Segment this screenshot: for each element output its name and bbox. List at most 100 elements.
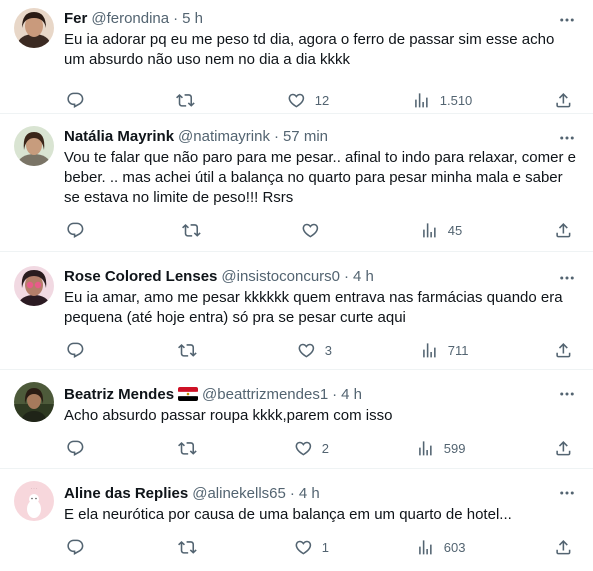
like-count: 2 [321,440,329,456]
heart-icon [288,93,305,108]
timestamp[interactable]: 5 h [182,10,203,27]
more-options-button[interactable] [557,10,577,30]
user-handle[interactable]: @alinekells65 [192,485,286,502]
user-handle[interactable]: @ferondina [91,10,169,27]
reply-button[interactable] [66,538,94,557]
tweet[interactable]: Beatriz Mendes @beattrizmendes1 · 4 h Ac… [0,370,593,469]
timestamp[interactable]: 57 min [283,128,328,145]
heart-icon [295,540,312,555]
view-count: 711 [447,342,469,358]
share-button[interactable] [554,91,573,110]
display-name[interactable]: Beatriz Mendes [64,386,174,403]
reply-feed: Fer @ferondina · 5 h Eu ia adorar pq eu … [0,0,593,571]
display-name[interactable]: Aline das Replies [64,485,188,502]
tweet-header: Rose Colored Lenses @insistoconcurs0 · 4… [64,266,577,286]
separator-dot: · [289,484,295,502]
views-button[interactable]: 599 [416,439,465,458]
more-options-button[interactable] [557,128,577,148]
tweet-header: Fer @ferondina · 5 h [64,8,577,28]
timestamp[interactable]: 4 h [353,268,374,285]
tweet[interactable]: · · · Aline das Replies @alinekells65 · … [0,469,593,571]
tweet-text: Acho absurdo passar roupa kkkk,parem com… [64,407,393,424]
view-count: 45 [447,222,463,238]
share-button[interactable] [554,439,573,458]
views-button[interactable]: 603 [416,538,465,557]
avatar[interactable] [14,382,54,422]
more-options-button[interactable] [557,483,577,503]
action-bar: 1 603 [64,525,577,569]
share-button[interactable] [554,341,573,360]
tweet-text: Vou te falar que não paro para me pesar.… [64,149,576,206]
tweet-header: Natália Mayrink @natimayrink · 57 min [64,126,577,146]
views-bar-chart-icon [423,222,436,238]
retweet-icon [178,441,197,455]
tweet[interactable]: Rose Colored Lenses @insistoconcurs0 · 4… [0,252,593,370]
like-button[interactable]: 3 [297,341,332,360]
user-handle[interactable]: @beattrizmendes1 [202,386,328,403]
egypt-flag-icon [178,387,199,401]
reply-button[interactable] [66,439,94,458]
share-icon [556,342,571,358]
action-bar: 2 599 [64,426,577,470]
share-button[interactable] [554,538,573,557]
svg-text:· · ·: · · · [31,486,37,491]
action-bar: 45 [64,208,577,252]
reply-button[interactable] [66,221,94,240]
more-options-button[interactable] [557,268,577,288]
more-horizontal-icon [560,136,574,140]
retweet-button[interactable] [178,341,206,360]
more-horizontal-icon [560,392,574,396]
more-options-button[interactable] [557,384,577,404]
timestamp[interactable]: 4 h [341,386,362,403]
heart-icon [295,441,312,456]
retweet-icon [178,540,197,554]
display-name[interactable]: Natália Mayrink [64,128,174,145]
user-handle[interactable]: @insistoconcurs0 [221,268,340,285]
tweet-header: Aline das Replies @alinekells65 · 4 h [64,483,577,503]
reply-button[interactable] [66,341,94,360]
share-icon [556,222,571,238]
display-name[interactable]: Fer [64,10,87,27]
share-button[interactable] [554,221,573,240]
views-bar-chart-icon [415,92,428,108]
like-count: 12 [314,92,330,108]
like-button[interactable] [301,221,329,240]
retweet-icon [176,93,195,107]
views-bar-chart-icon [419,440,432,456]
avatar[interactable] [14,266,54,306]
tweet[interactable]: Fer @ferondina · 5 h Eu ia adorar pq eu … [0,0,593,114]
avatar[interactable] [14,126,54,166]
views-button[interactable]: 711 [420,341,468,360]
separator-dot: · [332,385,338,403]
retweet-button[interactable] [182,221,210,240]
more-horizontal-icon [560,18,574,22]
like-button[interactable]: 12 [287,91,329,110]
heart-icon [302,223,319,238]
tweet-text: E ela neurótica por causa de uma balança… [64,506,512,523]
retweet-button[interactable] [176,91,204,110]
more-horizontal-icon [560,491,574,495]
like-button[interactable]: 2 [294,439,329,458]
retweet-button[interactable] [178,439,206,458]
reply-icon [67,342,84,358]
action-bar: 3 711 [64,328,577,372]
timestamp[interactable]: 4 h [299,485,320,502]
user-handle[interactable]: @natimayrink [178,128,270,145]
separator-dot: · [344,267,349,285]
avatar[interactable] [14,8,54,48]
reply-button[interactable] [66,91,94,110]
views-button[interactable]: 45 [420,221,462,240]
tweet[interactable]: Natália Mayrink @natimayrink · 57 min Vo… [0,114,593,252]
view-count: 599 [443,440,466,456]
like-button[interactable]: 1 [294,538,329,557]
views-button[interactable]: 1.510 [412,91,472,110]
reply-icon [67,92,84,108]
avatar[interactable]: · · · [14,481,54,521]
retweet-button[interactable] [178,538,206,557]
view-count: 1.510 [439,92,473,108]
tweet-text: Eu ia amar, amo me pesar kkkkkk quem ent… [64,289,563,326]
display-name[interactable]: Rose Colored Lenses [64,268,217,285]
reply-icon [67,222,84,238]
reply-icon [67,440,84,456]
views-bar-chart-icon [419,539,432,555]
